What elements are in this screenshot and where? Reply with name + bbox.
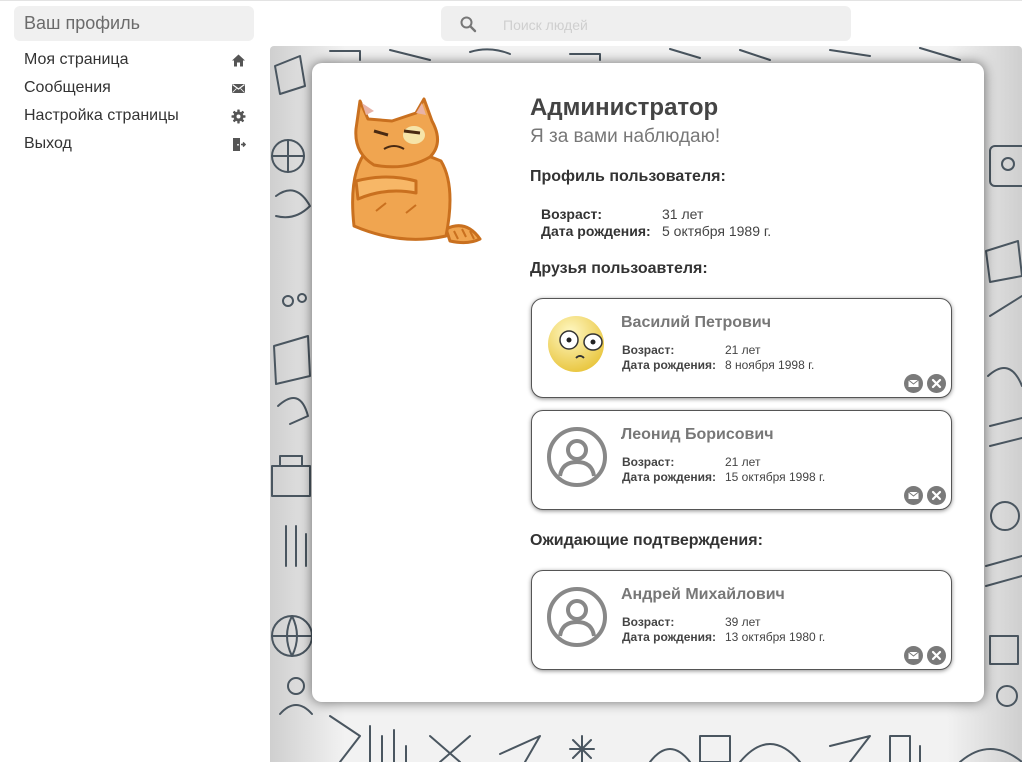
friend-age-value: 21 лет	[725, 343, 761, 357]
profile-info: Возраст: 31 лет Дата рождения: 5 октября 1…	[541, 206, 771, 240]
pending-card[interactable]: Андрей Михайлович Возраст: 39 лет Дата ро…	[531, 570, 952, 670]
profile-status: Я за вами наблюдаю!	[530, 126, 721, 147]
sidebar-nav: Моя страница Сообщения Настройка страниц…	[14, 46, 254, 158]
friends-section-title: Друзья пользоавтеля:	[530, 260, 708, 277]
friend-details: Возраст: 39 лет Дата рождения: 13 октября …	[622, 615, 825, 645]
search-bar	[441, 6, 851, 41]
friend-birth-row: Дата рождения: 13 октября 1980 г.	[622, 630, 825, 645]
profile-section-title: Профиль пользователя:	[530, 168, 726, 185]
profile-age-label: Возраст:	[541, 206, 603, 222]
close-icon	[931, 378, 942, 389]
friend-age-row: Возраст: 39 лет	[622, 615, 825, 630]
friend-age-label: Возраст:	[622, 455, 675, 469]
sidebar-item-settings[interactable]: Настройка страницы	[14, 102, 254, 130]
profile-birth-label: Дата рождения:	[541, 223, 651, 239]
sidebar-item-logout[interactable]: Выход	[14, 130, 254, 158]
envelope-icon	[231, 81, 246, 96]
search-input[interactable]	[501, 11, 835, 38]
friend-birth-row: Дата рождения: 8 ноября 1998 г.	[622, 358, 814, 373]
message-button[interactable]	[904, 486, 923, 505]
message-button[interactable]	[904, 374, 923, 393]
remove-button[interactable]	[927, 486, 946, 505]
friend-age-value: 39 лет	[725, 615, 761, 629]
profile-name: Администратор	[530, 94, 719, 121]
pending-section-title: Ожидающие подтверждения:	[530, 532, 763, 549]
envelope-icon	[908, 491, 919, 499]
sidebar-item-label: Сообщения	[24, 79, 111, 96]
friend-age-label: Возраст:	[622, 615, 675, 629]
sidebar-item-my-page[interactable]: Моя страница	[14, 46, 254, 74]
sidebar-item-label: Моя страница	[24, 51, 129, 68]
sidebar-item-label: Выход	[24, 135, 72, 152]
message-button[interactable]	[904, 646, 923, 665]
sidebar-item-messages[interactable]: Сообщения	[14, 74, 254, 102]
search-icon[interactable]	[459, 15, 477, 33]
default-user-icon	[546, 586, 608, 648]
friend-avatar	[546, 314, 608, 376]
home-icon	[231, 53, 246, 68]
friend-birth-label: Дата рождения:	[622, 470, 717, 484]
friend-details: Возраст: 21 лет Дата рождения: 8 ноября 19…	[622, 343, 814, 373]
profile-age-row: Возраст: 31 лет	[541, 206, 771, 223]
friend-name[interactable]: Василий Петрович	[621, 314, 771, 332]
friend-age-row: Возраст: 21 лет	[622, 455, 825, 470]
friend-details: Возраст: 21 лет Дата рождения: 15 октября …	[622, 455, 825, 485]
friend-name[interactable]: Леонид Борисович	[621, 426, 774, 444]
sidebar-header: Ваш профиль	[14, 6, 254, 41]
friend-card[interactable]: Василий Петрович Возраст: 21 лет Дата рож…	[531, 298, 952, 398]
default-user-icon	[546, 426, 608, 488]
profile-card: Администратор Я за вами наблюдаю! Профил…	[312, 63, 984, 702]
friend-birth-label: Дата рождения:	[622, 358, 717, 372]
friend-age-label: Возраст:	[622, 343, 675, 357]
close-icon	[931, 490, 942, 501]
friend-birth-label: Дата рождения:	[622, 630, 717, 644]
envelope-icon	[908, 651, 919, 659]
top-divider	[0, 0, 1022, 1]
friend-birth-row: Дата рождения: 15 октября 1998 г.	[622, 470, 825, 485]
friend-birth-value: 8 ноября 1998 г.	[725, 358, 815, 372]
friend-card[interactable]: Леонид Борисович Возраст: 21 лет Дата рож…	[531, 410, 952, 510]
friend-birth-value: 15 октября 1998 г.	[725, 470, 826, 484]
profile-age-value: 31 лет	[662, 206, 704, 222]
logout-icon	[231, 137, 246, 152]
friend-name[interactable]: Андрей Михайлович	[621, 586, 785, 604]
close-icon	[931, 650, 942, 661]
envelope-icon	[908, 379, 919, 387]
friend-birth-value: 13 октября 1980 г.	[725, 630, 826, 644]
gear-icon	[231, 109, 246, 124]
remove-button[interactable]	[927, 374, 946, 393]
remove-button[interactable]	[927, 646, 946, 665]
profile-birth-value: 5 октября 1989 г.	[662, 223, 772, 239]
friend-age-row: Возраст: 21 лет	[622, 343, 814, 358]
profile-birth-row: Дата рождения: 5 октября 1989 г.	[541, 223, 771, 240]
sidebar-item-label: Настройка страницы	[24, 107, 179, 124]
profile-avatar	[346, 91, 486, 246]
friend-age-value: 21 лет	[725, 455, 761, 469]
